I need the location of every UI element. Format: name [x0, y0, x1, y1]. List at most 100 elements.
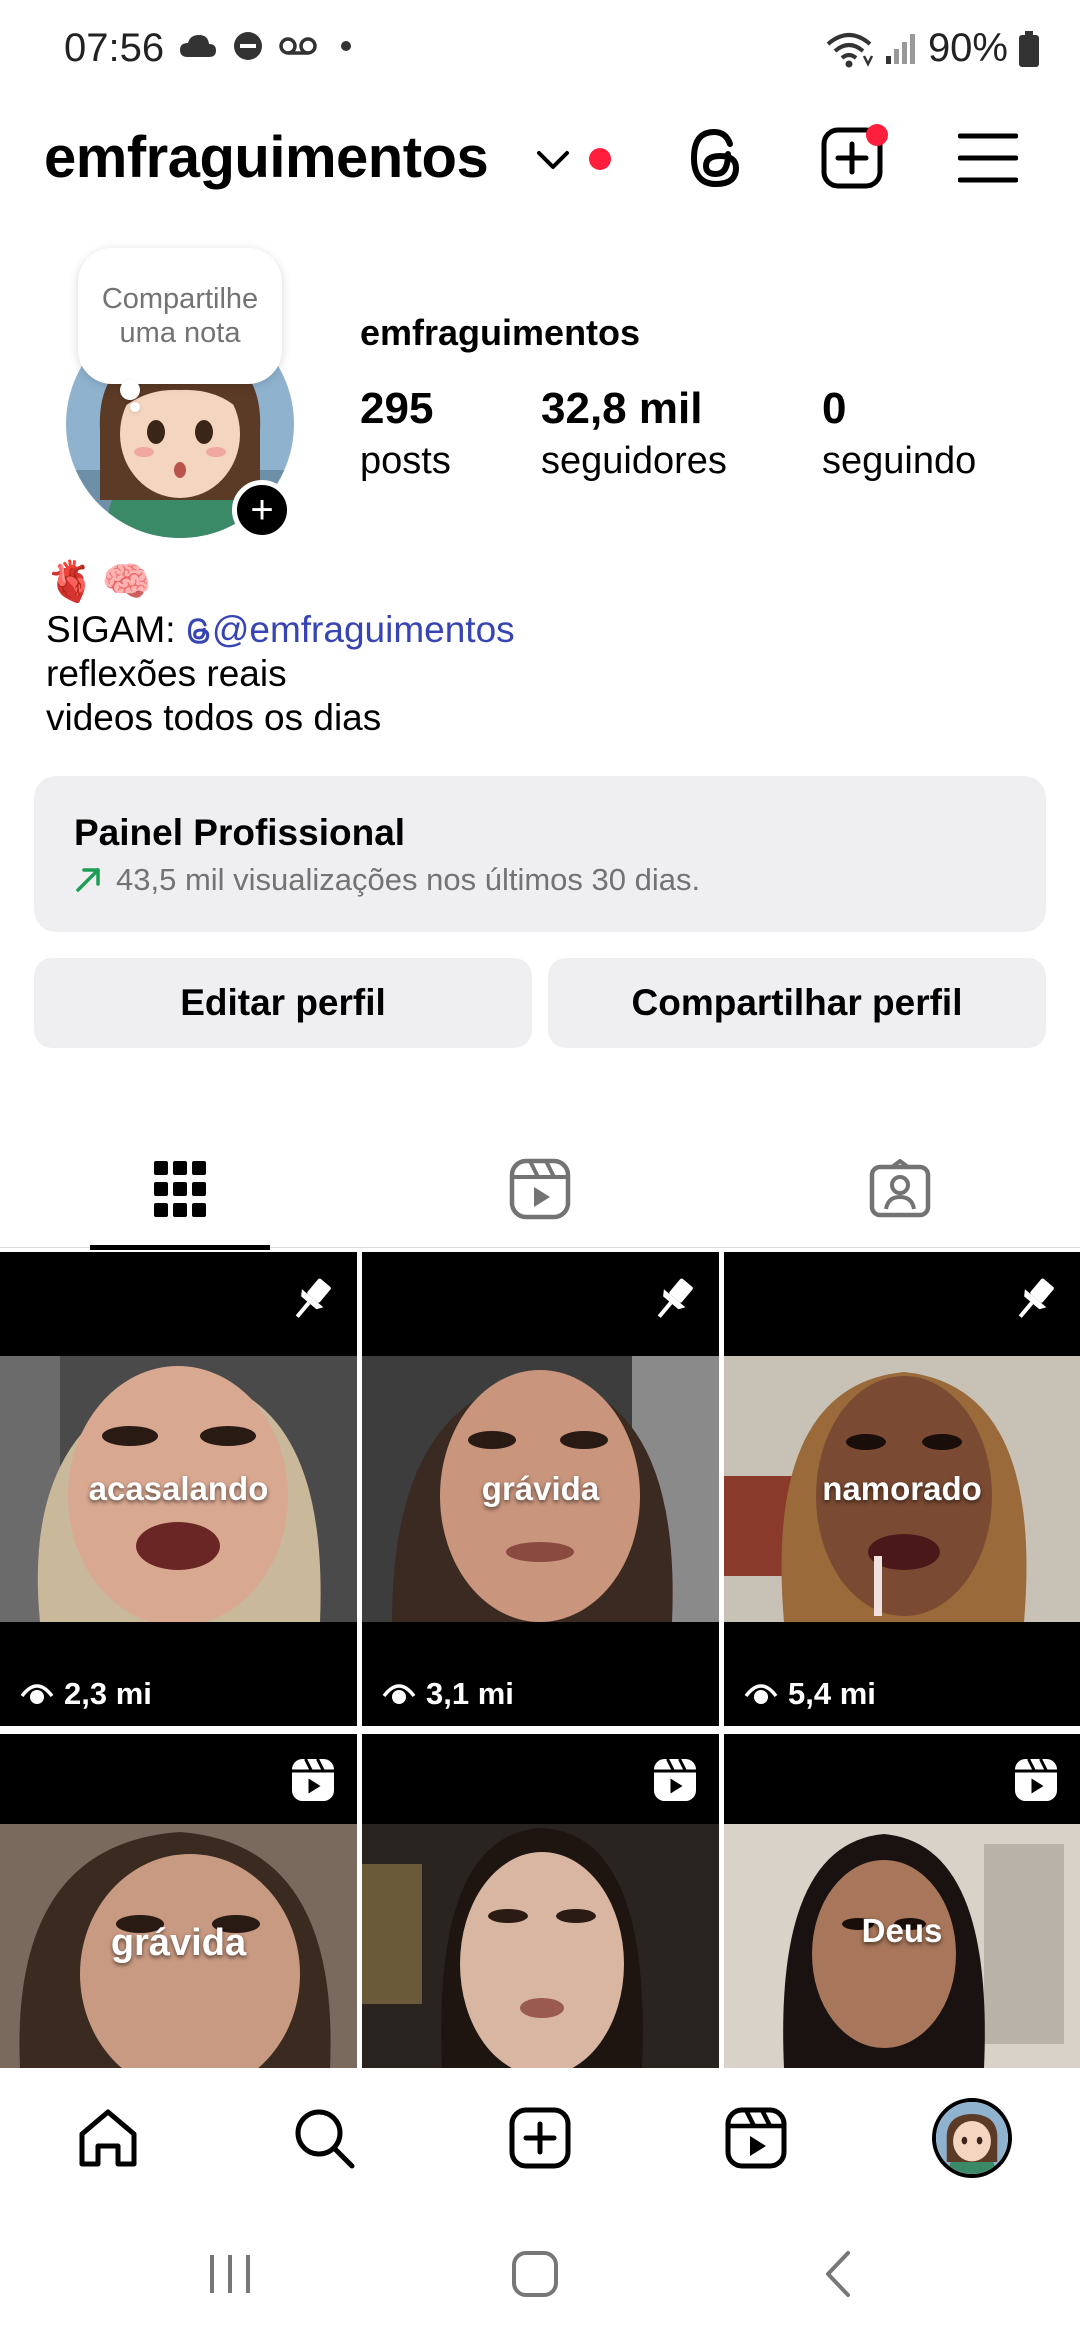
heart-organ-emoji: 🫀	[46, 560, 96, 604]
profile-avatar	[932, 2098, 1012, 2178]
stat-label: seguidores	[541, 440, 727, 482]
tab-reels[interactable]	[360, 1130, 720, 1248]
bio-sigam-label: SIGAM:	[46, 609, 176, 650]
chevron-down-icon[interactable]	[535, 148, 571, 172]
nav-home[interactable]	[68, 2098, 148, 2178]
pin-icon	[1018, 1278, 1054, 1318]
add-story-button[interactable]: +	[232, 480, 292, 540]
threads-handle-text: @emfraguimentos	[211, 609, 515, 650]
battery-icon	[1019, 30, 1039, 67]
pin-icon	[295, 1278, 331, 1318]
followers-count[interactable]: 32,8 mil seguidores	[541, 384, 727, 483]
profile-name: emfraguimentos	[360, 312, 641, 353]
posts-count[interactable]: 295 posts	[360, 384, 451, 483]
grid-post[interactable]: Deus	[724, 1734, 1080, 2068]
note-bubble-tail	[130, 402, 140, 412]
notification-dot	[866, 124, 888, 146]
active-tab-indicator	[90, 1245, 270, 1250]
grid-post[interactable]	[362, 1734, 719, 2068]
dashboard-summary: 43,5 mil visualizações nos últimos 30 di…	[74, 862, 700, 898]
grid-post[interactable]: acasalando 2,3 mi	[0, 1252, 357, 1726]
share-profile-button[interactable]: Compartilhar perfil	[548, 958, 1046, 1048]
account-switcher-username[interactable]: emfraguimentos	[44, 124, 489, 191]
grid-post[interactable]: grávida	[0, 1734, 357, 2068]
edit-profile-label: Editar perfil	[180, 982, 386, 1023]
nav-create[interactable]	[500, 2098, 580, 2178]
nav-profile[interactable]	[932, 2098, 1012, 2178]
notification-dot	[589, 148, 611, 170]
profile-bio: 🫀 🧠 SIGAM: @emfraguimentos reflexões rea…	[46, 560, 515, 740]
post-caption-overlay: namorado	[822, 1470, 982, 1507]
stat-label: seguindo	[822, 440, 977, 482]
reels-icon	[292, 1758, 334, 1801]
dashboard-views-text: 43,5 mil visualizações nos últimos 30 di…	[116, 862, 701, 897]
professional-dashboard[interactable]: Painel Profissional 43,5 mil visualizaçõ…	[34, 776, 1046, 932]
create-icon	[509, 2107, 571, 2169]
status-system-icons: 90%	[824, 26, 1040, 71]
note-bubble[interactable]: Compartilhe uma nota	[78, 248, 282, 384]
status-notification-icons	[178, 30, 356, 62]
recents-icon	[210, 2255, 250, 2293]
back-button[interactable]	[820, 2248, 856, 2300]
reels-icon	[1015, 1758, 1057, 1801]
reels-icon	[725, 2107, 787, 2169]
tab-posts-grid[interactable]	[0, 1130, 360, 1250]
threads-button[interactable]	[680, 122, 752, 194]
view-count-text: 5,4 mi	[788, 1676, 876, 1711]
tab-tagged[interactable]	[720, 1130, 1080, 1248]
profile-header: emfraguimentos	[0, 110, 1080, 210]
home-icon	[79, 2109, 137, 2167]
home-icon	[512, 2251, 558, 2297]
edit-profile-button[interactable]: Editar perfil	[34, 958, 532, 1048]
voicemail-icon	[279, 37, 317, 55]
grid-post[interactable]: namorado 5,4 mi	[724, 1252, 1080, 1726]
bio-line: videos todos os dias	[46, 697, 382, 738]
recents-button[interactable]	[206, 2248, 254, 2300]
view-count-text: 2,3 mi	[64, 1676, 152, 1711]
reels-icon	[509, 1158, 571, 1220]
home-button[interactable]	[510, 2248, 560, 2300]
do-not-disturb-icon	[234, 32, 262, 60]
menu-button[interactable]	[952, 122, 1024, 194]
stat-value: 0	[822, 384, 847, 433]
back-icon	[826, 2251, 850, 2297]
post-thumbnail	[362, 1824, 719, 2068]
post-caption-overlay: grávida	[481, 1470, 600, 1507]
status-time: 07:56	[64, 26, 165, 70]
views-eye-icon	[20, 1684, 54, 1704]
dashboard-title: Painel Profissional	[74, 812, 406, 853]
bio-emoji-row: 🫀 🧠	[46, 560, 515, 604]
brain-emoji: 🧠	[101, 560, 152, 604]
views-eye-icon	[744, 1684, 778, 1704]
view-count: 2,3 mi	[20, 1676, 152, 1712]
pin-icon	[657, 1278, 693, 1318]
threads-icon	[187, 618, 209, 644]
stat-value: 295	[360, 384, 434, 433]
views-eye-icon	[382, 1684, 416, 1704]
profile-tabs	[0, 1130, 1080, 1250]
threads-handle-link[interactable]: @emfraguimentos	[186, 609, 515, 650]
stat-label: posts	[360, 440, 451, 482]
threads-icon	[690, 128, 740, 188]
following-count[interactable]: 0 seguindo	[822, 384, 976, 483]
grid-icon	[154, 1161, 206, 1217]
wifi-icon	[826, 32, 874, 67]
tagged-icon	[869, 1159, 931, 1218]
bottom-navigation	[0, 2068, 1080, 2208]
view-count-text: 3,1 mi	[426, 1676, 514, 1711]
post-caption-overlay: acasalando	[88, 1470, 269, 1507]
system-navigation-bar	[0, 2208, 1080, 2340]
view-count: 5,4 mi	[744, 1676, 876, 1712]
nav-search[interactable]	[284, 2098, 364, 2178]
view-count: 3,1 mi	[382, 1676, 514, 1712]
nav-reels[interactable]	[716, 2098, 796, 2178]
search-icon	[295, 2109, 355, 2169]
bio-line: SIGAM: @emfraguimentos	[46, 608, 515, 652]
note-prompt: Compartilhe uma nota	[101, 283, 259, 349]
note-bubble-tail	[120, 380, 140, 400]
grid-post[interactable]: grávida 3,1 mi	[362, 1252, 719, 1726]
stat-value: 32,8 mil	[541, 384, 703, 433]
bio-line: reflexões reais	[46, 653, 287, 694]
share-profile-label: Compartilhar perfil	[631, 982, 963, 1023]
trend-up-arrow-icon	[76, 868, 100, 892]
